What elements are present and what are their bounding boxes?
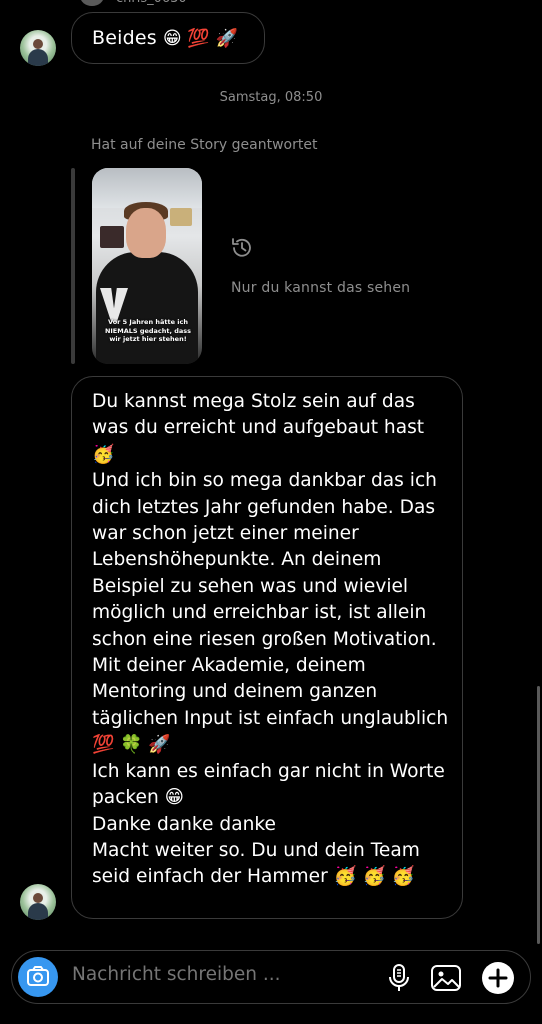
message-line: Beispiel zu sehen was und wieviel (92, 575, 409, 597)
story-wall-poster (100, 226, 124, 248)
message-line: schon eine riesen großen Motivation. (92, 628, 437, 650)
avatar-body (28, 49, 48, 66)
message-line: täglichen Input ist einfach unglaublich (92, 707, 449, 729)
avatar-head (33, 893, 43, 903)
previous-message-header: chris_0630 (0, 0, 542, 8)
visibility-notice: Nur du kannst das sehen (231, 280, 411, 296)
message-line: Ich kann es einfach gar nicht in Worte (92, 760, 445, 782)
avatar-head (33, 39, 43, 49)
timestamp: Samstag, 08:50 (219, 90, 323, 105)
sender-name-partial: chris_0630 (116, 0, 187, 6)
message-input[interactable] (72, 964, 362, 985)
message-line: seid einfach der Hammer 🥳 🥳 🥳 (92, 866, 415, 888)
message-line: möglich und erreichbar ist, ist allein (92, 602, 427, 624)
avatar-body (28, 903, 48, 920)
message-line: Macht weiter so. Du und dein Team (92, 839, 420, 861)
sender-avatar[interactable] (20, 30, 56, 66)
message-line: was du erreicht und aufgebaut hast (92, 417, 425, 439)
message-text: Beides (92, 27, 157, 49)
plus-button[interactable] (482, 962, 514, 994)
message-line: war schon jetzt einer meiner (92, 523, 359, 545)
camera-icon (27, 966, 49, 986)
message-line: Mentoring und deinem ganzen (92, 681, 378, 703)
history-icon (232, 238, 251, 257)
plus-icon (488, 968, 508, 988)
story-reply-label: Hat auf deine Story geantwortet (91, 137, 318, 153)
story-caption: Vor 5 Jahren hätte ich NIEMALS gedacht, … (104, 318, 192, 343)
message-emojis: 😁 💯 🚀 (162, 27, 238, 49)
message-bubble-beides[interactable]: Beides 😁 💯 🚀 (71, 12, 265, 64)
message-line: Mit deiner Akademie, deinem (92, 655, 366, 677)
message-bubble-long[interactable]: Du kannst mega Stolz sein auf das was du… (71, 376, 463, 919)
camera-button[interactable] (18, 957, 58, 997)
gallery-icon[interactable] (430, 963, 462, 993)
message-line: Und ich bin so mega dankbar das ich (92, 470, 437, 492)
message-line: dich letztes Jahr gefunden habe. Das (92, 496, 436, 518)
story-thumbnail[interactable]: Vor 5 Jahren hätte ich NIEMALS gedacht, … (92, 168, 202, 364)
message-composer (11, 950, 531, 1004)
story-wall-poster (170, 208, 192, 226)
message-line-emoji: 🥳 (92, 443, 115, 465)
message-line: Danke danke danke (92, 813, 276, 835)
message-line: packen 😁 (92, 787, 185, 809)
microphone-icon[interactable] (388, 963, 410, 993)
scrollbar[interactable] (537, 686, 540, 944)
message-line-emoji: 💯 🍀 🚀 (92, 734, 171, 756)
story-person-face (126, 208, 166, 258)
sender-avatar-partial[interactable] (80, 0, 104, 6)
reply-indicator-bar (71, 168, 75, 364)
message-line: Du kannst mega Stolz sein auf das (92, 391, 415, 412)
sender-avatar[interactable] (20, 884, 56, 920)
message-line: Lebenshöhepunkte. An deinem (92, 549, 382, 571)
